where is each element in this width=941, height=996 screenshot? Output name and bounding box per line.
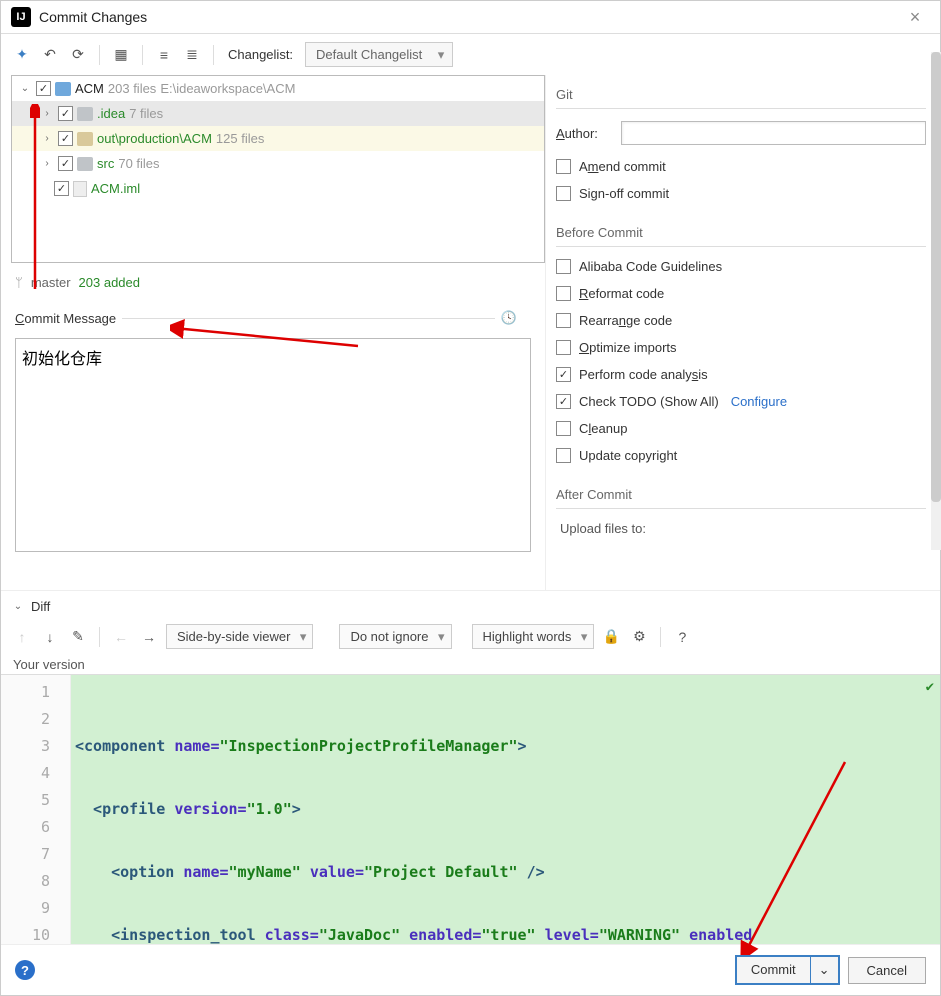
signoff-checkbox[interactable] bbox=[556, 186, 571, 201]
diff-label: Diff bbox=[31, 599, 50, 614]
show-diff-icon[interactable]: ✦ bbox=[11, 44, 33, 66]
chevron-down-icon: ⌄ bbox=[11, 601, 25, 612]
before-section-title: Before Commit bbox=[556, 213, 926, 247]
checkbox[interactable] bbox=[54, 181, 69, 196]
folder-icon bbox=[77, 157, 93, 171]
cleanup-checkbox[interactable] bbox=[556, 421, 571, 436]
collapse-all-icon[interactable]: ≣ bbox=[181, 44, 203, 66]
commit-dialog: IJ Commit Changes × ✦ ↶ ⟳ ▦ ≡ ≣ Changeli… bbox=[0, 0, 941, 996]
copyright-checkbox[interactable] bbox=[556, 448, 571, 463]
diff-section-toggle[interactable]: ⌄ Diff bbox=[1, 590, 940, 618]
your-version-label: Your version bbox=[1, 655, 940, 674]
alibaba-checkbox[interactable] bbox=[556, 259, 571, 274]
author-label: Author: bbox=[556, 126, 621, 141]
right-scrollbar-thumb[interactable] bbox=[931, 52, 941, 502]
checkbox[interactable] bbox=[36, 81, 51, 96]
author-input[interactable] bbox=[621, 121, 926, 145]
copyright-label: Update copyright bbox=[579, 448, 677, 463]
added-count: 203 added bbox=[79, 275, 140, 290]
reformat-label: Reformat code bbox=[579, 286, 664, 301]
module-icon bbox=[55, 82, 71, 96]
status-check-icon: ✔ bbox=[926, 679, 934, 695]
tree-item-idea[interactable]: › .idea 7 files bbox=[12, 101, 544, 126]
tree-item-iml[interactable]: ACM.iml bbox=[12, 176, 544, 201]
optimize-label: Optimize imports bbox=[579, 340, 677, 355]
todo-label: Check TODO (Show All) bbox=[579, 394, 719, 409]
branch-icon: ᛘ bbox=[15, 275, 23, 290]
close-icon[interactable]: × bbox=[900, 7, 930, 27]
group-icon[interactable]: ▦ bbox=[110, 44, 132, 66]
todo-checkbox[interactable] bbox=[556, 394, 571, 409]
folder-icon bbox=[77, 107, 93, 121]
highlight-select[interactable]: Highlight words bbox=[472, 624, 595, 649]
rearrange-checkbox[interactable] bbox=[556, 313, 571, 328]
commit-button[interactable]: Commit⌄ bbox=[735, 955, 840, 985]
git-section-title: Git bbox=[556, 75, 926, 109]
folder-icon bbox=[77, 132, 93, 146]
history-icon[interactable]: 🕓 bbox=[501, 310, 517, 326]
expand-icon[interactable]: › bbox=[40, 108, 54, 119]
file-icon bbox=[73, 181, 87, 197]
expand-icon[interactable]: ⌄ bbox=[18, 83, 32, 94]
tree-item-src[interactable]: › src 70 files bbox=[12, 151, 544, 176]
edit-icon[interactable]: ✎ bbox=[67, 626, 89, 648]
line-gutter: 12345678910 bbox=[1, 675, 71, 944]
diff-toolbar: ↑ ↓ ✎ ← → Side-by-side viewer Do not ign… bbox=[1, 618, 940, 655]
refresh-icon[interactable]: ⟳ bbox=[67, 44, 89, 66]
checkbox[interactable] bbox=[58, 156, 73, 171]
analysis-checkbox[interactable] bbox=[556, 367, 571, 382]
changes-tree[interactable]: ⌄ ACM 203 files E:\ideaworkspace\ACM › .… bbox=[11, 75, 545, 263]
branch-name: master bbox=[31, 275, 71, 290]
changelist-label: Changelist: bbox=[228, 47, 293, 62]
diff-editor[interactable]: 12345678910 ✔ <component name="Inspectio… bbox=[1, 674, 940, 944]
help-icon[interactable]: ? bbox=[15, 960, 35, 980]
rearrange-label: Rearrange code bbox=[579, 313, 672, 328]
upload-label: Upload files to: bbox=[556, 521, 926, 536]
analysis-label: Perform code analysis bbox=[579, 367, 708, 382]
prev-diff-icon[interactable]: ↑ bbox=[11, 626, 33, 648]
dialog-title: Commit Changes bbox=[39, 9, 900, 25]
checkbox[interactable] bbox=[58, 131, 73, 146]
after-section-title: After Commit bbox=[556, 475, 926, 509]
app-icon: IJ bbox=[11, 7, 31, 27]
signoff-label: Sign-off commit bbox=[579, 186, 669, 201]
optimize-checkbox[interactable] bbox=[556, 340, 571, 355]
amend-checkbox[interactable] bbox=[556, 159, 571, 174]
forward-icon[interactable]: → bbox=[138, 626, 160, 648]
expand-icon[interactable]: › bbox=[40, 133, 54, 144]
lock-icon[interactable]: 🔒 bbox=[600, 626, 622, 648]
back-icon[interactable]: ← bbox=[110, 626, 132, 648]
configure-link[interactable]: Configure bbox=[731, 394, 787, 409]
reformat-checkbox[interactable] bbox=[556, 286, 571, 301]
top-toolbar: ✦ ↶ ⟳ ▦ ≡ ≣ Changelist: Default Changeli… bbox=[1, 34, 940, 75]
code-area[interactable]: ✔ <component name="InspectionProjectProf… bbox=[71, 675, 940, 944]
commit-message-input[interactable] bbox=[15, 338, 531, 552]
cancel-button[interactable]: Cancel bbox=[848, 957, 926, 984]
checkbox[interactable] bbox=[58, 106, 73, 121]
tree-item-out[interactable]: › out\production\ACM 125 files bbox=[12, 126, 544, 151]
branch-status: ᛘ master 203 added bbox=[1, 269, 545, 300]
next-diff-icon[interactable]: ↓ bbox=[39, 626, 61, 648]
expand-all-icon[interactable]: ≡ bbox=[153, 44, 175, 66]
viewer-select[interactable]: Side-by-side viewer bbox=[166, 624, 313, 649]
expand-icon[interactable]: › bbox=[40, 158, 54, 169]
titlebar: IJ Commit Changes × bbox=[1, 1, 940, 34]
cleanup-label: Cleanup bbox=[579, 421, 627, 436]
ignore-select[interactable]: Do not ignore bbox=[339, 624, 451, 649]
alibaba-label: Alibaba Code Guidelines bbox=[579, 259, 722, 274]
tree-root[interactable]: ⌄ ACM 203 files E:\ideaworkspace\ACM bbox=[12, 76, 544, 101]
changelist-select[interactable]: Default Changelist bbox=[305, 42, 453, 67]
commit-dropdown-icon[interactable]: ⌄ bbox=[810, 957, 838, 983]
settings-icon[interactable]: ⚙ bbox=[628, 626, 650, 648]
commit-message-label: CCommit Messageommit Message 🕓 bbox=[1, 300, 545, 332]
help-diff-icon[interactable]: ? bbox=[671, 626, 693, 648]
dialog-footer: ? Commit⌄ Cancel bbox=[1, 944, 940, 995]
amend-label: Amend commit bbox=[579, 159, 666, 174]
undo-icon[interactable]: ↶ bbox=[39, 44, 61, 66]
